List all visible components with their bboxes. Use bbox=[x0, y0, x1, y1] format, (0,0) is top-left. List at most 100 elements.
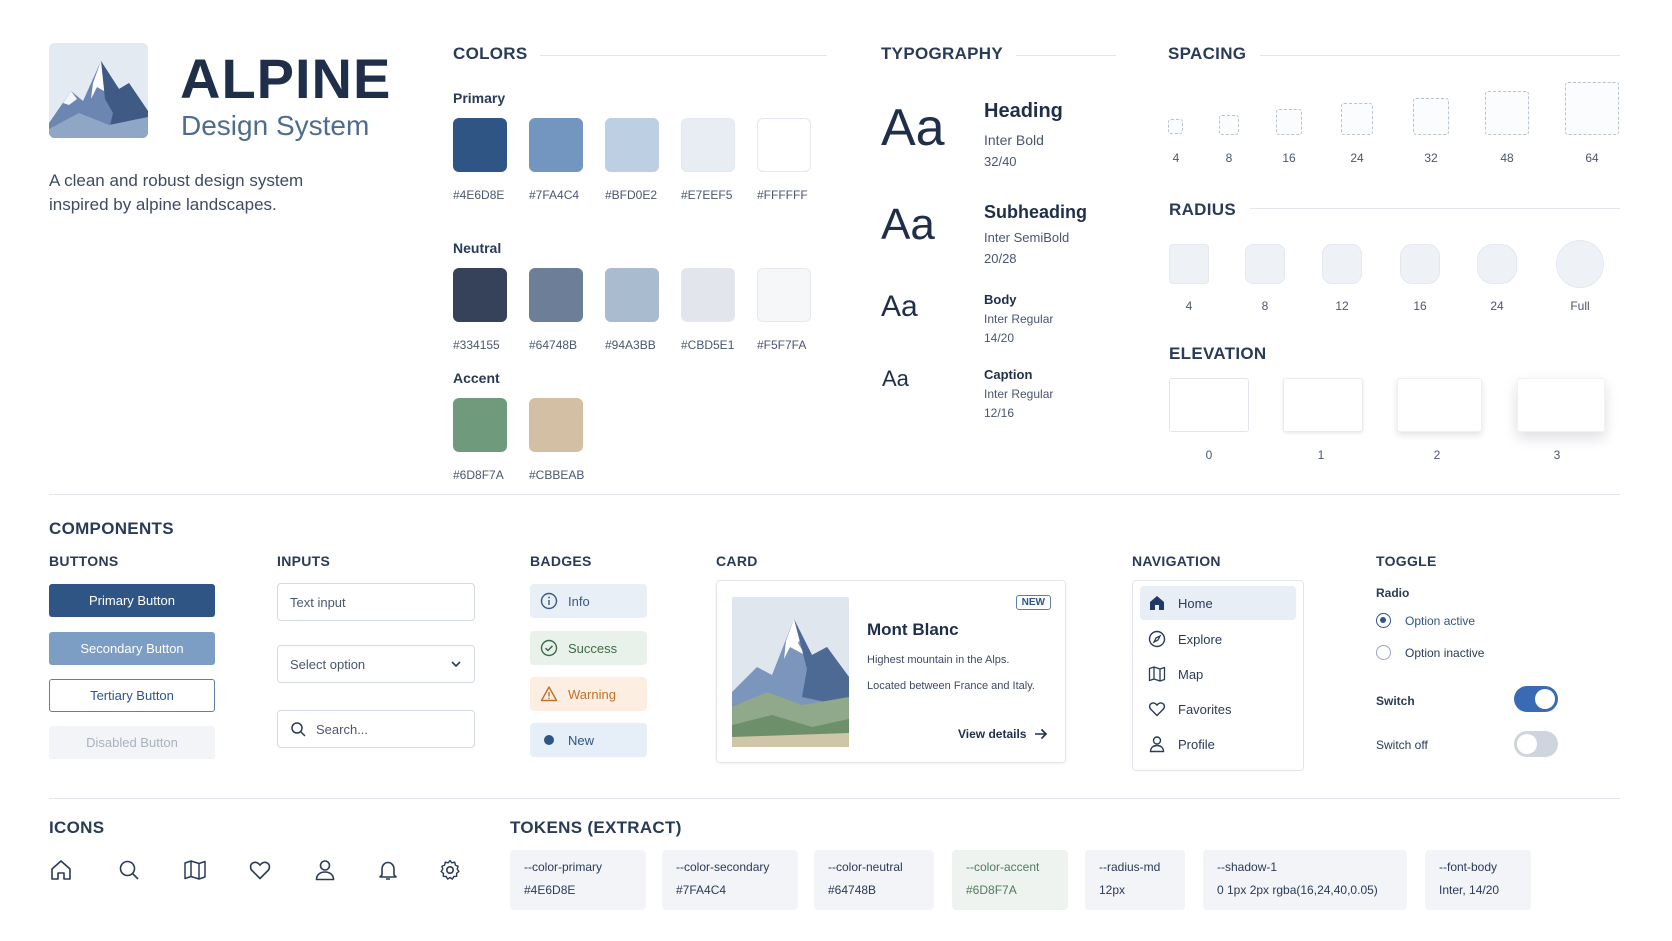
primary-button[interactable]: Primary Button bbox=[49, 584, 215, 617]
radio-option-active-label: Option active bbox=[1405, 613, 1476, 628]
type-sample-body: Aa bbox=[881, 290, 918, 323]
nav-item-explore[interactable]: Explore bbox=[1140, 622, 1296, 656]
secondary-button[interactable]: Secondary Button bbox=[49, 632, 215, 665]
type-size-caption: 12/16 bbox=[984, 406, 1015, 420]
search-input[interactable]: Search... bbox=[277, 710, 475, 748]
map-icon bbox=[184, 860, 206, 880]
spacing-box-24 bbox=[1341, 103, 1373, 135]
radius-label: 12 bbox=[1335, 299, 1349, 313]
elevation-box-0 bbox=[1169, 378, 1249, 432]
type-size-heading: 32/40 bbox=[984, 154, 1017, 169]
spacing-box-8 bbox=[1219, 115, 1239, 135]
token-value: 12px bbox=[1099, 883, 1126, 897]
token-value: #6D8F7A bbox=[966, 883, 1017, 897]
color-group-label: Neutral bbox=[453, 240, 502, 256]
radius-box-8 bbox=[1245, 244, 1285, 284]
view-details-link[interactable]: View details bbox=[958, 727, 1048, 741]
elevation-label: 3 bbox=[1553, 448, 1561, 462]
card-text-line-1: Highest mountain in the Alps. bbox=[867, 654, 1010, 666]
nav-item-label: Home bbox=[1178, 595, 1213, 611]
token-value: #4E6D8E bbox=[524, 883, 576, 897]
heart-icon bbox=[249, 861, 271, 880]
typography-heading: TYPOGRAPHY bbox=[881, 44, 1004, 63]
nav-item-home[interactable]: Home bbox=[1140, 586, 1296, 620]
radius-label: 24 bbox=[1490, 299, 1504, 313]
type-size-body: 14/20 bbox=[984, 331, 1015, 345]
spacing-box-4 bbox=[1168, 119, 1183, 134]
type-font-caption: Inter Regular bbox=[984, 387, 1054, 401]
radio-checked-icon bbox=[1376, 613, 1391, 628]
spacing-box-16 bbox=[1276, 109, 1302, 135]
switch-off-label: Switch off bbox=[1376, 738, 1428, 752]
disabled-button: Disabled Button bbox=[49, 726, 215, 759]
spacing-box-32 bbox=[1413, 98, 1449, 135]
color-hex-label: #94A3BB bbox=[605, 338, 656, 352]
color-hex-label: #CBD5E1 bbox=[681, 338, 735, 352]
type-sample-caption: Aa bbox=[882, 366, 909, 391]
color-group-label: Primary bbox=[453, 90, 506, 106]
token-value: #64748B bbox=[828, 883, 877, 897]
card-new-badge: NEW bbox=[1015, 595, 1051, 610]
color-hex-label: #4E6D8E bbox=[453, 188, 505, 202]
nav-item-label: Explore bbox=[1178, 631, 1223, 647]
color-swatch bbox=[529, 268, 583, 322]
token-value: #7FA4C4 bbox=[676, 883, 727, 897]
color-hex-label: #E7EEF5 bbox=[681, 188, 733, 202]
type-name-heading: Heading bbox=[984, 100, 1063, 122]
badge-warning-label: Warning bbox=[568, 686, 616, 702]
home-icon bbox=[51, 860, 71, 880]
radius-label: 8 bbox=[1261, 299, 1269, 313]
search-icon bbox=[291, 722, 306, 737]
color-swatch bbox=[453, 398, 507, 452]
token-name: --shadow-1 bbox=[1217, 860, 1278, 874]
destination-card[interactable]: NEW Mont Blanc Highest mountain in the A… bbox=[716, 580, 1066, 763]
elevation-box-1 bbox=[1283, 378, 1363, 432]
token-font-body: --font-body Inter, 14/20 bbox=[1425, 850, 1531, 910]
section-divider bbox=[49, 494, 1620, 495]
color-swatch bbox=[453, 268, 507, 322]
token-name: --color-accent bbox=[966, 860, 1040, 874]
map-icon bbox=[1148, 666, 1166, 682]
radio-group-label: Radio bbox=[1376, 586, 1410, 600]
type-name-caption: Caption bbox=[984, 367, 1033, 382]
warning-icon bbox=[540, 686, 558, 702]
type-font-subheading: Inter SemiBold bbox=[984, 230, 1070, 245]
switch-off[interactable] bbox=[1514, 731, 1558, 757]
color-swatch bbox=[605, 118, 659, 172]
color-swatch bbox=[757, 268, 811, 322]
radio-option-inactive-label: Option inactive bbox=[1405, 645, 1485, 660]
token-name: --color-secondary bbox=[676, 860, 770, 874]
section-divider bbox=[49, 798, 1620, 799]
text-input[interactable]: Text input bbox=[277, 583, 475, 621]
switch-on[interactable] bbox=[1514, 686, 1558, 712]
radio-option-active[interactable]: Option active bbox=[1376, 613, 1475, 628]
select-input[interactable]: Select option bbox=[277, 645, 475, 683]
icons-heading: ICONS bbox=[49, 818, 105, 837]
nav-item-map[interactable]: Map bbox=[1140, 657, 1296, 691]
chevron-down-icon bbox=[451, 661, 461, 668]
brand-description-line-2: inspired by alpine landscapes. bbox=[49, 195, 277, 214]
color-swatch bbox=[681, 268, 735, 322]
token-name: --radius-md bbox=[1099, 860, 1161, 874]
nav-item-favorites[interactable]: Favorites bbox=[1140, 692, 1296, 726]
info-icon bbox=[540, 592, 558, 610]
heart-icon bbox=[1148, 702, 1166, 717]
token-color-primary: --color-primary #4E6D8E bbox=[510, 850, 646, 910]
radius-divider bbox=[1250, 208, 1620, 209]
color-swatch bbox=[529, 118, 583, 172]
color-hex-label: #7FA4C4 bbox=[529, 188, 580, 202]
token-color-accent: --color-accent #6D8F7A bbox=[952, 850, 1068, 910]
color-hex-label: #6D8F7A bbox=[453, 468, 504, 482]
color-swatch bbox=[605, 268, 659, 322]
radio-option-inactive[interactable]: Option inactive bbox=[1376, 645, 1484, 660]
tertiary-button[interactable]: Tertiary Button bbox=[49, 679, 215, 712]
color-swatch bbox=[453, 118, 507, 172]
nav-item-label: Map bbox=[1178, 666, 1204, 682]
elevation-label: 1 bbox=[1317, 448, 1325, 462]
spacing-label: 48 bbox=[1500, 151, 1514, 165]
inputs-heading: INPUTS bbox=[277, 553, 331, 569]
token-name: --color-primary bbox=[524, 860, 602, 874]
nav-item-profile[interactable]: Profile bbox=[1140, 727, 1296, 761]
type-font-body: Inter Regular bbox=[984, 312, 1054, 326]
card-heading: CARD bbox=[716, 553, 758, 569]
